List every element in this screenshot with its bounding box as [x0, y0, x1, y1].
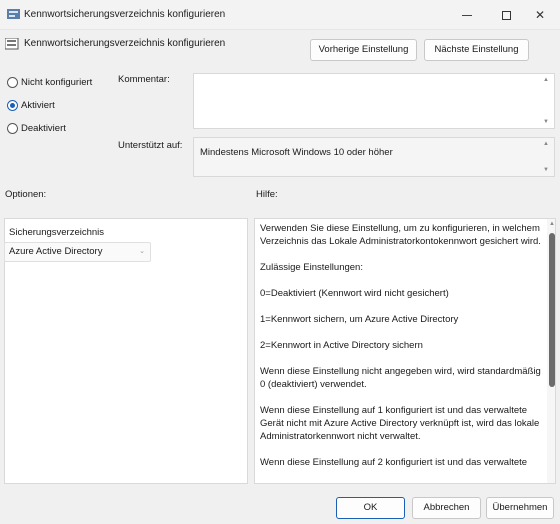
setting-title: Kennwortsicherungsverzeichnis konfigurie… [24, 38, 226, 49]
title-bar: Kennwortsicherungsverzeichnis konfigurie… [0, 0, 560, 30]
help-paragraph: 2=Kennwort in Active Directory sichern [260, 340, 423, 351]
scroll-down-icon[interactable]: ▼ [543, 119, 549, 125]
radio-button[interactable] [7, 123, 18, 134]
radio-disabled[interactable]: Deaktiviert [7, 123, 66, 134]
supported-value: Mindestens Microsoft Windows 10 oder höh… [200, 147, 393, 158]
radio-button-checked[interactable] [7, 100, 18, 111]
maximize-icon [501, 11, 511, 21]
help-text: Verwenden Sie diese Einstellung, um zu k… [260, 222, 545, 482]
chevron-down-icon: ⌄ [139, 248, 145, 255]
setting-icon [5, 38, 19, 50]
comment-label: Kommentar: [118, 74, 170, 85]
scroll-down-icon[interactable]: ▼ [543, 167, 549, 173]
help-panel: Verwenden Sie diese Einstellung, um zu k… [254, 218, 556, 484]
apply-button[interactable]: Übernehmen [486, 497, 554, 519]
policy-app-icon [7, 9, 20, 19]
backup-directory-select[interactable]: Azure Active Directory ⌄ [4, 242, 151, 262]
scroll-up-icon[interactable]: ▲ [549, 221, 555, 227]
help-paragraph: Wenn diese Einstellung auf 2 konfigurier… [260, 457, 528, 468]
supported-label: Unterstützt auf: [118, 140, 183, 151]
supported-field: Mindestens Microsoft Windows 10 oder höh… [193, 137, 555, 177]
help-paragraph: 0=Deaktiviert (Kennwort wird nicht gesic… [260, 288, 449, 299]
scroll-up-icon[interactable]: ▲ [543, 77, 549, 83]
help-paragraph: Wenn diese Einstellung auf 1 konfigurier… [260, 405, 540, 442]
radio-enabled[interactable]: Aktiviert [7, 100, 55, 111]
previous-setting-button[interactable]: Vorherige Einstellung [310, 39, 417, 61]
backup-directory-label: Sicherungsverzeichnis [9, 227, 105, 238]
help-paragraph: Verwenden Sie diese Einstellung, um zu k… [260, 223, 541, 247]
next-setting-button[interactable]: Nächste Einstellung [424, 39, 529, 61]
select-value: Azure Active Directory [9, 246, 103, 257]
cancel-button[interactable]: Abbrechen [412, 497, 481, 519]
close-button[interactable]: ✕ [520, 0, 560, 30]
options-heading: Optionen: [5, 189, 47, 200]
radio-label: Nicht konfiguriert [21, 77, 93, 88]
radio-label: Aktiviert [21, 100, 55, 111]
help-paragraph: Wenn diese Einstellung nicht angegeben w… [260, 366, 541, 390]
ok-button[interactable]: OK [336, 497, 405, 519]
scroll-up-icon[interactable]: ▲ [543, 141, 549, 147]
radio-label: Deaktiviert [21, 123, 66, 134]
radio-button[interactable] [7, 77, 18, 88]
help-paragraph: 1=Kennwort sichern, um Azure Active Dire… [260, 314, 459, 325]
help-paragraph: Zulässige Einstellungen: [260, 262, 363, 273]
window-title: Kennwortsicherungsverzeichnis konfigurie… [24, 9, 226, 20]
help-heading: Hilfe: [256, 189, 278, 200]
comment-input[interactable]: ▲ ▼ [193, 73, 555, 129]
help-scrollbar-thumb[interactable] [549, 233, 555, 387]
radio-not-configured[interactable]: Nicht konfiguriert [7, 77, 92, 88]
minimize-icon [462, 15, 472, 17]
